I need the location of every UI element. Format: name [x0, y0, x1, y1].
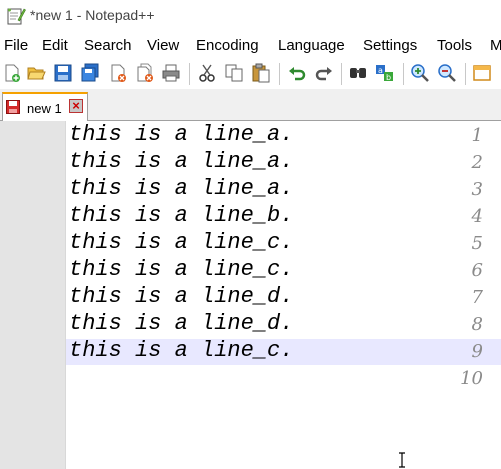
line-number: 7	[471, 287, 483, 308]
line-number: 5	[471, 233, 483, 254]
toolbar: a b	[0, 58, 501, 89]
menu-language[interactable]: Language	[278, 37, 345, 54]
menu-encoding[interactable]: Encoding	[196, 37, 259, 54]
menu-search[interactable]: Search	[84, 37, 132, 54]
editor[interactable]: 1 2 3 4 5 6 7 8 9 10 this is a line_a. t…	[0, 121, 501, 469]
tab-label: new 1	[27, 101, 62, 116]
zoom-in-icon[interactable]	[410, 63, 430, 83]
line-number: 4	[471, 206, 483, 227]
cut-icon[interactable]	[197, 63, 217, 83]
line-number: 1	[471, 125, 483, 146]
code-line[interactable]: this is a line_a.	[69, 122, 293, 147]
zoom-out-icon[interactable]	[437, 63, 457, 83]
code-line[interactable]: this is a line_c.	[69, 230, 293, 255]
open-file-icon[interactable]	[26, 63, 46, 83]
i-beam-cursor-icon	[399, 452, 405, 468]
line-number: 9	[471, 341, 483, 362]
menu-macro[interactable]: M	[490, 37, 501, 54]
redo-icon[interactable]	[314, 63, 334, 83]
replace-icon[interactable]: a b	[375, 63, 395, 83]
line-number: 8	[471, 314, 483, 335]
sync-scroll-icon[interactable]	[472, 63, 492, 83]
code-line[interactable]: this is a line_d.	[69, 311, 293, 336]
code-line[interactable]: this is a line_c.	[69, 257, 293, 282]
close-icon[interactable]	[108, 63, 128, 83]
menu-tools[interactable]: Tools	[437, 37, 472, 54]
new-file-icon[interactable]	[2, 63, 22, 83]
save-icon[interactable]	[53, 63, 73, 83]
menu-settings[interactable]: Settings	[363, 37, 417, 54]
code-line[interactable]: this is a line_d.	[69, 284, 293, 309]
copy-icon[interactable]	[224, 63, 244, 83]
toolbar-separator	[341, 63, 342, 85]
menu-bar: File Edit Search View Encoding Language …	[0, 33, 501, 58]
window-title: *new 1 - Notepad++	[30, 7, 155, 23]
unsaved-file-icon	[6, 100, 20, 114]
code-line[interactable]: this is a line_b.	[69, 203, 293, 228]
line-number-gutter	[0, 121, 66, 469]
line-number: 10	[460, 368, 483, 389]
print-icon[interactable]	[161, 63, 181, 83]
menu-edit[interactable]: Edit	[42, 37, 68, 54]
save-all-icon[interactable]	[80, 63, 100, 83]
title-bar: *new 1 - Notepad++	[0, 0, 501, 33]
notepad-plus-plus-icon	[7, 8, 26, 25]
svg-text:a: a	[378, 66, 383, 75]
find-icon[interactable]	[348, 63, 368, 83]
menu-view[interactable]: View	[147, 37, 179, 54]
tab-close-icon[interactable]: ×	[69, 99, 83, 113]
toolbar-separator	[189, 63, 190, 85]
line-number: 6	[471, 260, 483, 281]
svg-text:b: b	[386, 73, 391, 82]
undo-icon[interactable]	[287, 63, 307, 83]
tab-new-1[interactable]: new 1 ×	[2, 92, 88, 121]
code-line[interactable]: this is a line_c.	[69, 338, 293, 363]
menu-file[interactable]: File	[4, 37, 28, 54]
tab-bar: new 1 ×	[0, 89, 501, 121]
line-number: 3	[471, 179, 483, 200]
code-line[interactable]: this is a line_a.	[69, 149, 293, 174]
paste-icon[interactable]	[251, 63, 271, 83]
close-all-icon[interactable]	[135, 63, 155, 83]
toolbar-separator	[279, 63, 280, 85]
line-number: 2	[471, 152, 483, 173]
toolbar-separator	[465, 63, 466, 85]
code-line[interactable]: this is a line_a.	[69, 176, 293, 201]
toolbar-separator	[403, 63, 404, 85]
